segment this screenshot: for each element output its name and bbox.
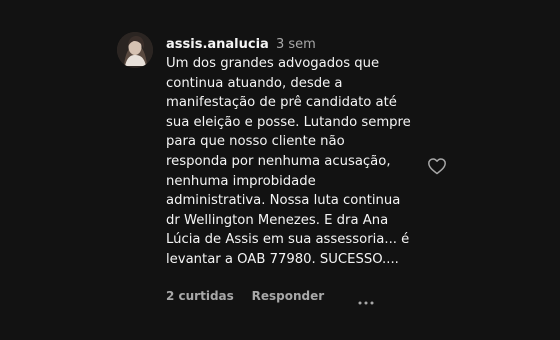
avatar[interactable] (117, 32, 153, 68)
comment-text: Um dos grandes advogados que continua at… (166, 56, 411, 267)
username-link[interactable]: assis.analucia (166, 37, 269, 52)
timestamp[interactable]: 3 sem (276, 37, 316, 52)
more-options-button[interactable] (358, 294, 374, 304)
comment-card: assis.analucia 3 sem Um dos grandes advo… (0, 0, 560, 340)
reply-button[interactable]: Responder (252, 289, 325, 303)
comment-actions: 2 curtidas Responder (166, 288, 374, 304)
comment-content: assis.analucia 3 sem Um dos grandes advo… (166, 35, 416, 270)
avatar-image (117, 32, 153, 68)
heart-outline-icon (428, 158, 446, 175)
ellipsis-icon (358, 301, 374, 304)
like-button[interactable] (427, 157, 447, 175)
likes-count-button[interactable]: 2 curtidas (166, 289, 234, 303)
comment-header: assis.analucia 3 sem (166, 35, 416, 54)
